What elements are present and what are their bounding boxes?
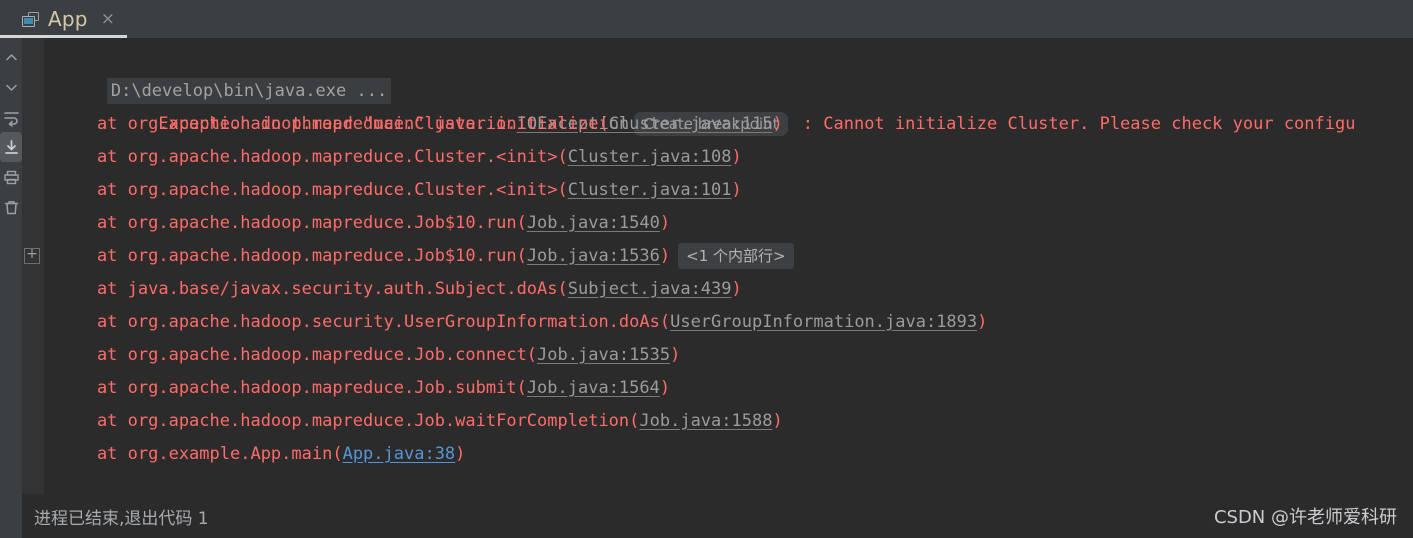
console-output[interactable]: + D:\develop\bin\java.exe ... Exception … [22, 38, 1413, 538]
stack-frame-suffix: ) [659, 213, 671, 233]
expand-fold-icon[interactable]: + [24, 246, 40, 264]
source-link[interactable]: Cluster.java:115 [609, 114, 773, 134]
source-link[interactable]: Subject.java:439 [568, 279, 732, 299]
command-line: D:\develop\bin\java.exe ... [44, 44, 1413, 104]
console-footer: 进程已结束,退出代码 1 CSDN @许老师爱科研 [22, 494, 1413, 538]
stack-frame-text: at org.apache.hadoop.mapreduce.Job$10.ru… [56, 213, 527, 233]
stack-frame-suffix: ) [977, 312, 988, 332]
stack-frame-text: at org.example.App.main( [56, 444, 343, 464]
exception-message: Cannot initialize Cluster. Please check … [823, 114, 1356, 134]
trash-icon[interactable] [0, 192, 22, 222]
console-body: + D:\develop\bin\java.exe ... Exception … [0, 38, 1413, 538]
stack-trace-line: at org.apache.hadoop.mapreduce.Job$10.ru… [44, 240, 1413, 273]
stack-frame-suffix: ) [772, 411, 783, 431]
console-gutter: + [22, 38, 44, 538]
soft-wrap-icon[interactable] [0, 102, 22, 132]
console-toolbar [0, 38, 22, 538]
source-link[interactable]: Job.java:1536 [527, 246, 660, 266]
stack-frame-text: at org.apache.hadoop.mapreduce.Cluster.<… [56, 180, 568, 200]
source-link[interactable]: UserGroupInformation.java:1893 [670, 312, 977, 332]
stack-frame-text: at org.apache.hadoop.mapreduce.Cluster.i… [56, 114, 609, 134]
stack-trace-line: at org.apache.hadoop.mapreduce.Job.submi… [44, 372, 1413, 405]
stack-frame-text: at org.apache.hadoop.mapreduce.Job$10.ru… [56, 246, 527, 266]
stack-frame-suffix: ) [731, 147, 742, 167]
stack-frame-suffix: ) [659, 246, 671, 266]
tab-app[interactable]: App × [0, 0, 127, 38]
source-link[interactable]: App.java:38 [343, 444, 456, 464]
stack-trace-line: at org.apache.hadoop.mapreduce.Cluster.<… [44, 174, 1413, 207]
stack-trace-line: at org.apache.hadoop.mapreduce.Cluster.<… [44, 141, 1413, 174]
tab-label: App [48, 7, 88, 31]
source-link[interactable]: Job.java:1564 [527, 378, 660, 398]
close-icon[interactable]: × [101, 10, 115, 28]
run-configuration-icon [22, 11, 39, 27]
tab-bar: App × [0, 0, 1413, 38]
exit-message: 进程已结束,退出代码 1 [34, 508, 209, 529]
stack-trace-line: at org.apache.hadoop.mapreduce.Job.waitF… [44, 405, 1413, 438]
source-link[interactable]: Job.java:1540 [527, 213, 660, 233]
stack-frame-suffix: ) [659, 378, 671, 398]
stack-frame-suffix: ) [772, 114, 783, 134]
stack-frame-suffix: ) [731, 180, 742, 200]
folded-frames-badge[interactable]: <1 个内部行> [678, 243, 794, 269]
up-chevron-icon[interactable] [0, 42, 22, 72]
expand-fold-glyph: + [26, 246, 38, 262]
stack-frame-text: at org.apache.hadoop.mapreduce.Job.waitF… [56, 411, 640, 431]
stack-trace-line: at java.base/javax.security.auth.Subject… [44, 273, 1413, 306]
watermark: CSDN @许老师爱科研 [1213, 507, 1397, 528]
run-console-window: App × + D:\develop\bin\java.exe ... Exce… [0, 0, 1413, 538]
down-chevron-icon[interactable] [0, 72, 22, 102]
stack-trace-line: at org.apache.hadoop.security.UserGroupI… [44, 306, 1413, 339]
stack-trace: at org.apache.hadoop.mapreduce.Cluster.i… [44, 108, 1413, 471]
command-line-text: D:\develop\bin\java.exe ... [106, 78, 392, 104]
scroll-to-end-icon[interactable] [0, 132, 22, 162]
source-link[interactable]: Job.java:1588 [639, 411, 772, 431]
stack-frame-text: at java.base/javax.security.auth.Subject… [56, 279, 568, 299]
stack-frame-text: at org.apache.hadoop.mapreduce.Job.submi… [56, 378, 527, 398]
stack-frame-suffix: ) [670, 345, 681, 365]
source-link[interactable]: Cluster.java:108 [568, 147, 732, 167]
stack-frame-text: at org.apache.hadoop.security.UserGroupI… [56, 312, 671, 332]
stack-trace-line: at org.example.App.main(App.java:38) [44, 438, 1413, 471]
stack-frame-text: at org.apache.hadoop.mapreduce.Cluster.<… [56, 147, 568, 167]
stack-trace-line: at org.apache.hadoop.mapreduce.Job.conne… [44, 339, 1413, 372]
print-icon[interactable] [0, 162, 22, 192]
stack-frame-text: at org.apache.hadoop.mapreduce.Job.conne… [56, 345, 538, 365]
source-link[interactable]: Job.java:1535 [537, 345, 670, 365]
stack-frame-suffix: ) [455, 444, 466, 464]
exception-separator: : [792, 114, 824, 134]
console-text: D:\develop\bin\java.exe ... Exception in… [44, 38, 1413, 538]
source-link[interactable]: Cluster.java:101 [568, 180, 732, 200]
stack-frame-suffix: ) [731, 279, 742, 299]
stack-trace-line: at org.apache.hadoop.mapreduce.Job$10.ru… [44, 207, 1413, 240]
